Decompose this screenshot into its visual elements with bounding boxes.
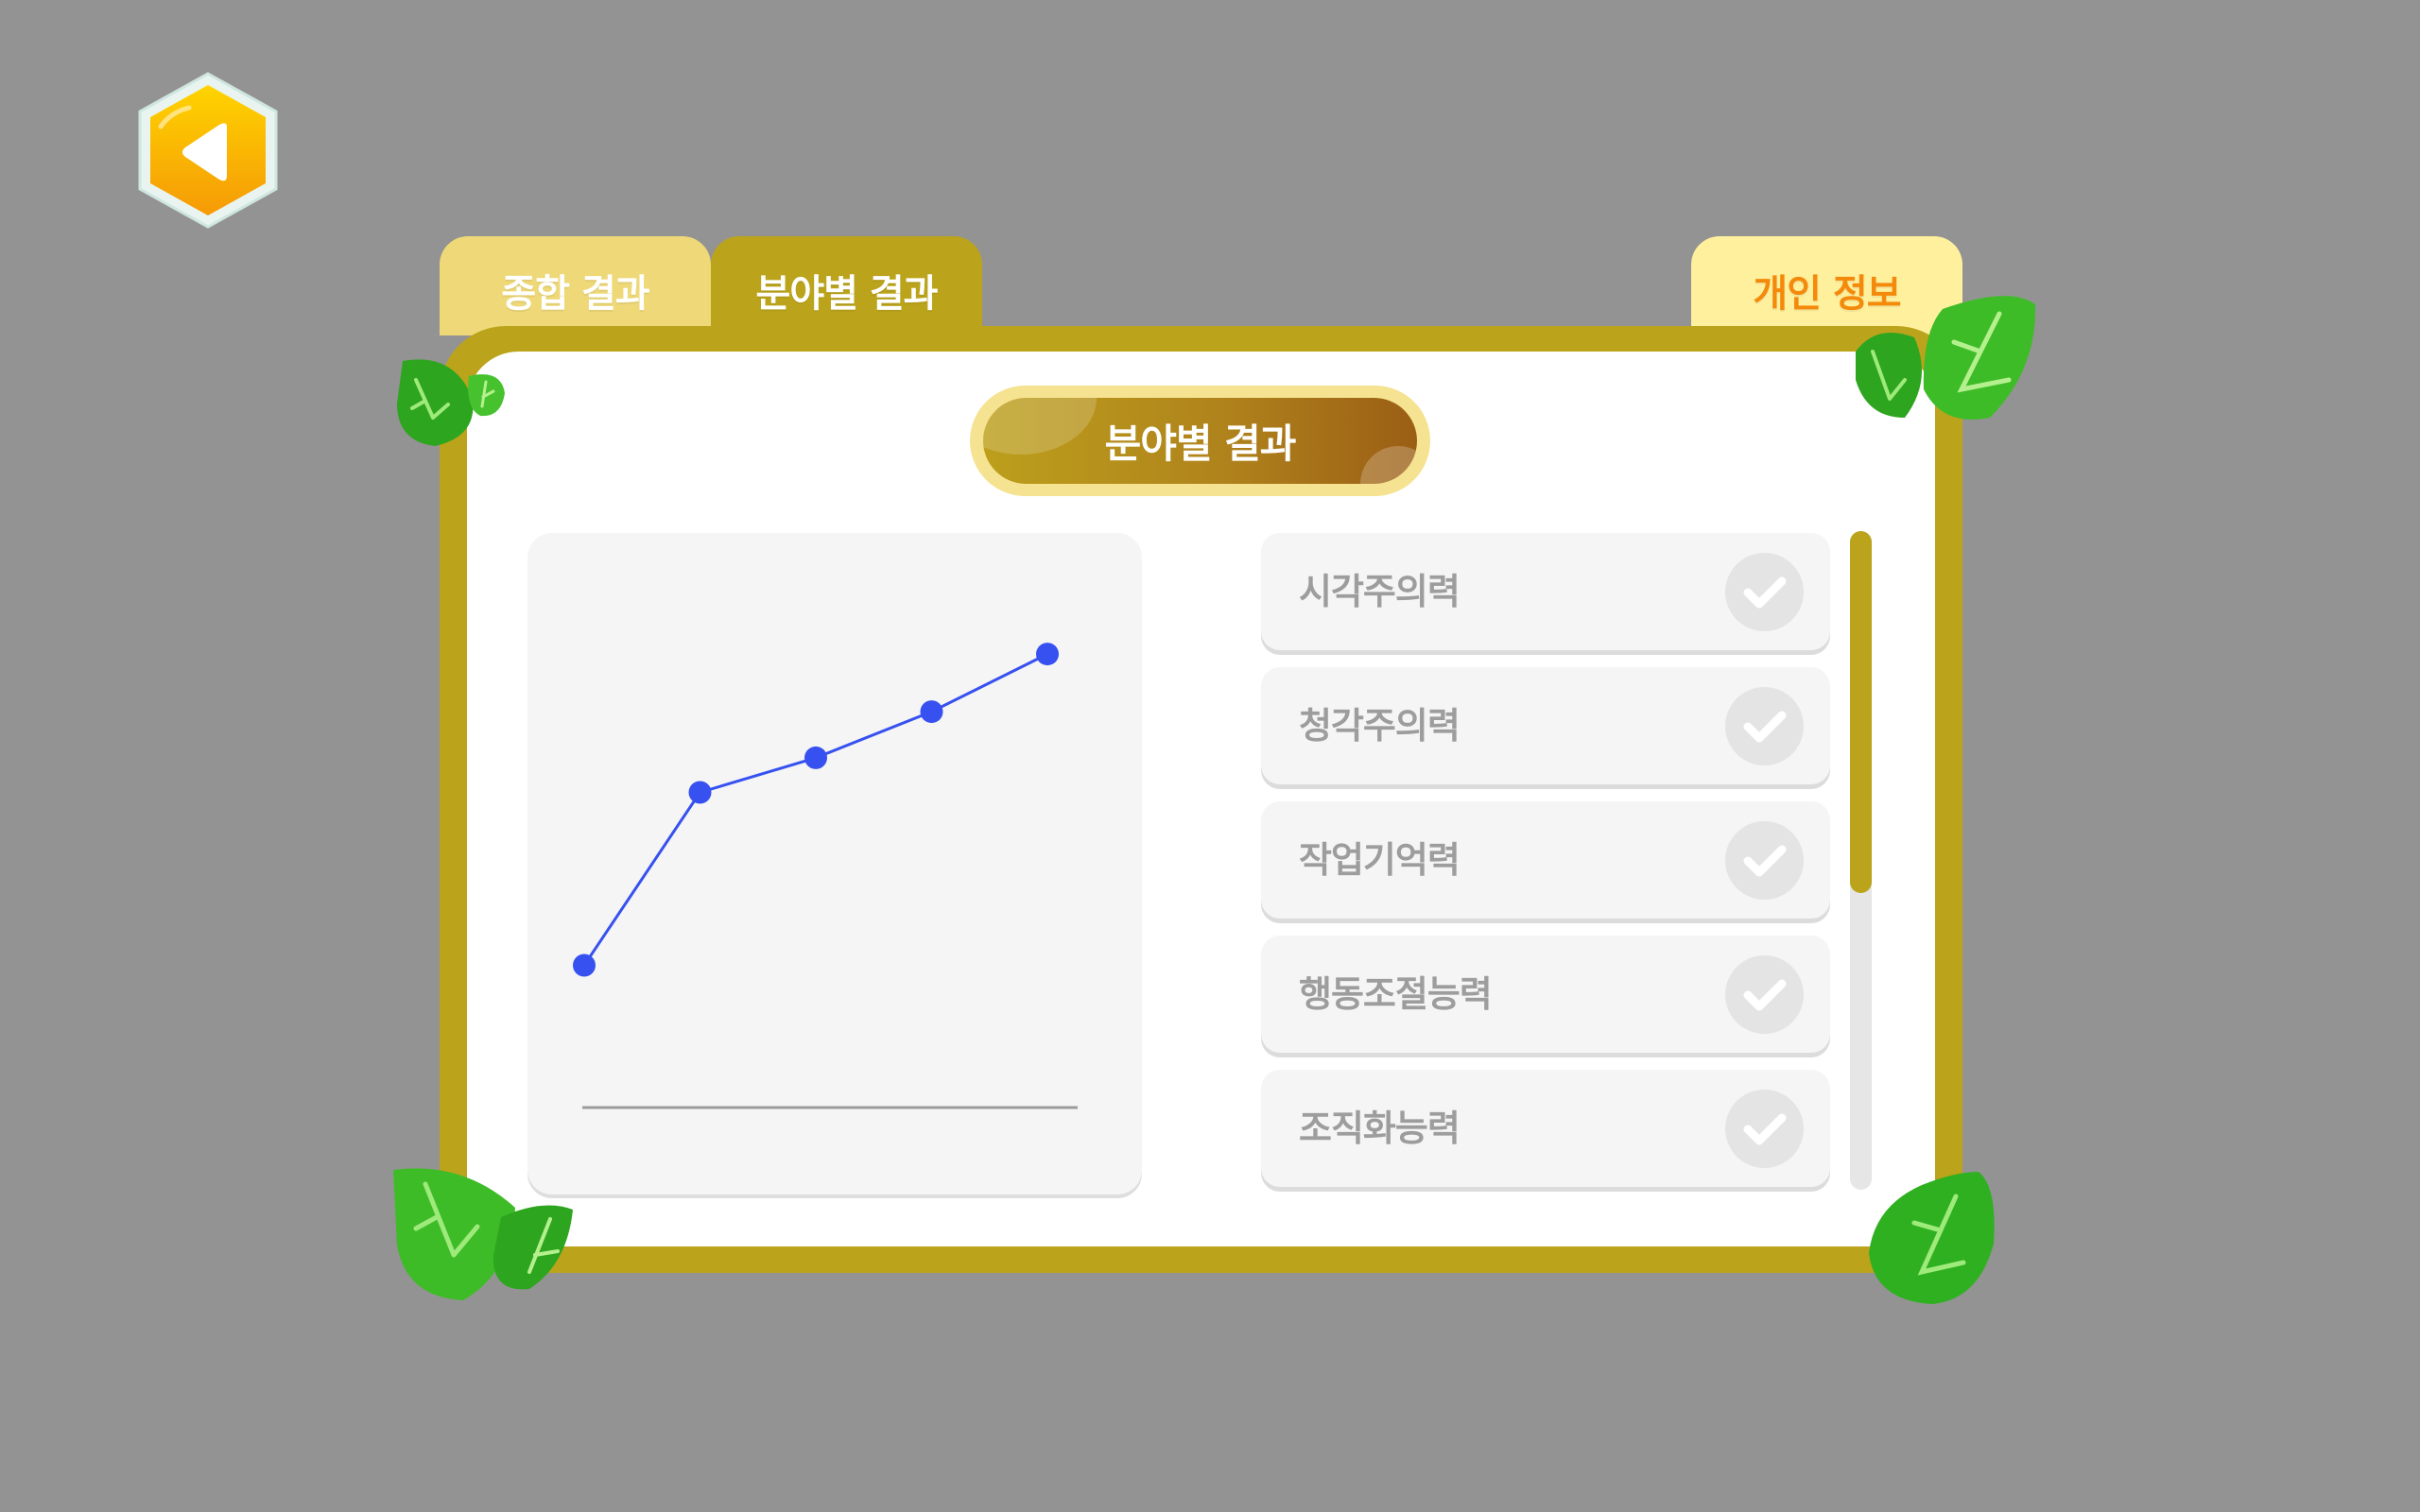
check-icon [1725, 687, 1804, 765]
list-scrollbar[interactable] [1850, 531, 1872, 1190]
data-point [688, 781, 712, 804]
scrollbar-thumb[interactable] [1850, 531, 1872, 894]
check-icon [1725, 955, 1804, 1034]
list-item-label: 시각주의력 [1299, 571, 1461, 612]
list-item-visual-attention[interactable]: 시각주의력 [1261, 533, 1830, 650]
list-item-auditory-attention[interactable]: 청각주의력 [1261, 667, 1830, 784]
tab-overall-results[interactable]: 종합 결과 [440, 236, 711, 335]
data-point [573, 954, 596, 977]
data-point [804, 746, 827, 769]
tab-label: 종합 결과 [501, 272, 649, 316]
list-item-label: 조직화능력 [1299, 1108, 1461, 1149]
series-line [582, 652, 1048, 967]
panel-title-badge: 분야별 결과 [970, 386, 1430, 496]
check-icon [1725, 821, 1804, 900]
leaf-decoration-icon [1869, 1172, 1995, 1304]
list-item-organization[interactable]: 조직화능력 [1261, 1070, 1830, 1187]
check-icon [1725, 553, 1804, 631]
line-chart [573, 643, 1078, 1109]
data-point [1036, 643, 1059, 666]
back-button[interactable] [132, 70, 284, 231]
check-icon [1725, 1090, 1804, 1168]
score-chart [527, 533, 1142, 1194]
list-item-label: 작업기억력 [1299, 839, 1461, 881]
list-item-behavior-control[interactable]: 행동조절능력 [1261, 936, 1830, 1053]
tab-field-results[interactable]: 분야별 결과 [711, 236, 982, 335]
list-item-working-memory[interactable]: 작업기억력 [1261, 801, 1830, 919]
tab-label: 분야별 결과 [755, 272, 939, 316]
leaf-decoration-icon [1856, 296, 2036, 420]
panel-title: 분야별 결과 [1104, 421, 1297, 467]
data-point [920, 700, 943, 724]
leaf-decoration-icon [393, 1168, 573, 1300]
back-arrow-icon [138, 72, 278, 229]
list-item-label: 청각주의력 [1299, 705, 1461, 747]
leaf-decoration-icon [397, 359, 505, 446]
list-item-label: 행동조절능력 [1299, 973, 1493, 1015]
